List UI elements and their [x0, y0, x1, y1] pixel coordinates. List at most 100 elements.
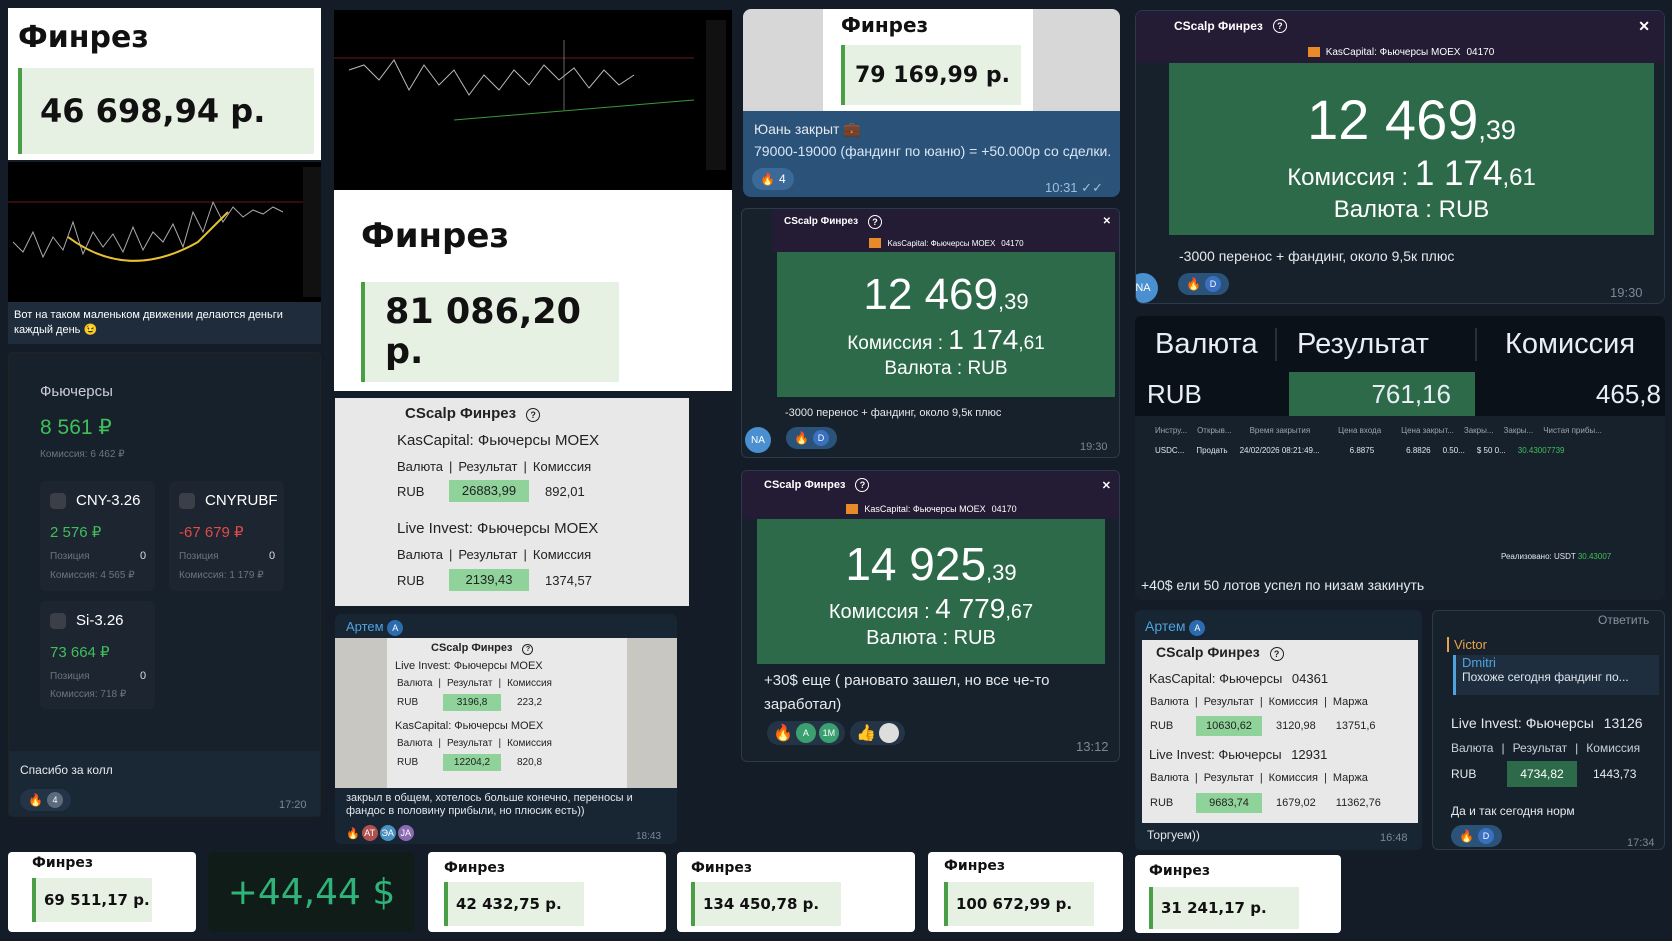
- fire-reaction[interactable]: 🔥 4: [752, 168, 794, 190]
- result-panel: 12 469,39 Комиссия : 1 174,61 Валюта : R…: [777, 252, 1115, 397]
- card-title: CScalp Финрез?: [405, 405, 541, 422]
- finrez-title: Финрез: [32, 855, 94, 871]
- futures-commission: Комиссия: 6 462 ₽: [40, 449, 125, 460]
- col-commission: Комиссия: [1475, 327, 1665, 361]
- fire-reaction[interactable]: 🔥 D: [1178, 273, 1229, 295]
- finrez-title: Финрез: [691, 860, 753, 876]
- result-frac: ,39: [986, 560, 1017, 585]
- chart-screenshot-2: [334, 10, 732, 190]
- future-card-cny[interactable]: CNY-3.26 2 576 ₽ Позиция 0 Комиссия: 4 5…: [40, 481, 155, 591]
- window-header: CScalp Финрез? ✕: [772, 209, 1119, 234]
- fire-icon: 🔥: [346, 827, 360, 840]
- realized-line: Реализовано: USDT 30.43007: [1501, 552, 1611, 561]
- sender-badge: A: [387, 620, 404, 636]
- section-2: Live Invest: Фьючерсы MOEX: [397, 520, 599, 537]
- card-title: CScalp Финрез?: [1156, 644, 1284, 661]
- account-bar: KasCapital: Фьючерсы MOEX 04170: [772, 234, 1119, 252]
- cell: 10630,62: [1196, 716, 1262, 736]
- table-row: RUB 12204,2 820,8: [391, 754, 548, 771]
- msg-time: 13:12: [1076, 739, 1109, 754]
- msg-time: 19:30: [1080, 441, 1108, 453]
- cell-result: 3196,8: [443, 694, 501, 711]
- col: Инстру...: [1155, 426, 1188, 435]
- help-icon: ?: [526, 408, 541, 422]
- msg-time: 16:48: [1380, 832, 1408, 844]
- msg-time: 17:20: [279, 799, 307, 811]
- col: Открыв...: [1197, 426, 1232, 435]
- result-frac: ,39: [997, 289, 1029, 314]
- message-caption: закрыл в общем, хотелось больше конечно,…: [346, 792, 633, 817]
- future-pos: 0: [269, 550, 276, 562]
- artem-message: Артем A CScalp Финрез? Live Invest: Фьюч…: [335, 614, 677, 844]
- cell: Продать: [1196, 446, 1228, 455]
- victor-message: Ответить Victor Dmitri Похоже сегодня фа…: [1432, 610, 1665, 850]
- futures-caption: Спасибо за колл: [20, 763, 113, 777]
- table-header: Валюта | Результат | Комиссия: [1451, 741, 1641, 755]
- col-currency: Валюта: [397, 738, 433, 749]
- col-result: Результат: [1275, 327, 1475, 361]
- cell-commission: 465,8: [1595, 378, 1661, 409]
- avatar: NA: [1136, 273, 1158, 303]
- reactions[interactable]: 🔥 AT ЭА JA: [346, 825, 414, 841]
- quoted-block[interactable]: Dmitri Похоже сегодня фандинг по...: [1453, 655, 1659, 695]
- col-currency: Валюта: [397, 459, 443, 474]
- fire-reaction[interactable]: 🔥 D: [786, 427, 837, 449]
- future-card-cnyrubf[interactable]: CNYRUBF -67 679 ₽ Позиция 0 Комиссия: 1 …: [169, 481, 284, 591]
- table-row: RUB 4734,82 1443,73: [1451, 761, 1636, 787]
- cscalp-message-mid: CScalp Финрез? ✕ KasCapital: Фьючерсы MOE…: [741, 208, 1120, 458]
- future-name: CNY-3.26: [76, 492, 141, 509]
- sender-name: Артем A: [1145, 618, 1206, 636]
- trades-row[interactable]: USDC... Продать 24/02/2026 08:21:49... 6.88…: [1155, 446, 1565, 455]
- message-caption: +30$ еще ( рановато зашел, но все че-то …: [764, 672, 1050, 713]
- fire-reaction[interactable]: 🔥 4: [20, 789, 71, 811]
- reactor-chip: ЭА: [379, 825, 396, 841]
- account-name: KasCapital: Фьючерсы MOEX: [1325, 46, 1461, 58]
- col: Закры...: [1463, 426, 1494, 435]
- usd-profit-card: +44,44 $: [208, 852, 415, 932]
- table-row: RUB 9683,74 1679,02 11362,76: [1144, 793, 1387, 813]
- table-header: Валюта | Результат | Комиссия | Маржа: [1144, 772, 1374, 784]
- futures-title: Фьючерсы: [40, 383, 113, 400]
- reactions[interactable]: 🔥 A 1M: [767, 721, 845, 745]
- table-row: RUB 26883,99 892,01: [391, 480, 591, 502]
- account-bar: KasCapital: Фьючерсы MOEX 04170: [742, 499, 1119, 519]
- reactions-2[interactable]: 👍: [850, 721, 905, 745]
- cell: RUB: [1451, 767, 1477, 781]
- reaction-count: 4: [46, 792, 63, 808]
- fire-icon: 🔥: [1186, 277, 1201, 291]
- app-title: CScalp Финрез: [784, 216, 859, 227]
- finrez-card-b5: Финрез 31 241,17 р.: [1135, 855, 1341, 933]
- section-2: Live Invest: Фьючерсы 12931: [1149, 747, 1327, 762]
- close-icon[interactable]: ✕: [1102, 479, 1111, 492]
- help-icon: ?: [868, 214, 883, 229]
- sender: Артем: [346, 619, 384, 634]
- reactor-chip: 1M: [818, 723, 839, 743]
- close-icon[interactable]: ✕: [1638, 18, 1650, 35]
- chart-line-icon: [179, 493, 195, 509]
- message-line-1: Юань закрыт 💼: [754, 121, 861, 137]
- section-id: 13126: [1603, 715, 1643, 731]
- finrez-value: 31 241,17 р.: [1149, 887, 1299, 929]
- thumbs-up-icon: 👍: [856, 725, 876, 742]
- message-caption: +40$ ели 50 лотов успел по низам закинут…: [1141, 577, 1425, 593]
- futures-total: 8 561 ₽: [40, 416, 112, 439]
- col-result: Результат: [458, 459, 518, 474]
- section-title: Live Invest: Фьючерсы: [1451, 715, 1594, 731]
- fire-icon: 🔥: [1459, 829, 1474, 843]
- finrez-value: 100 672,99 р.: [944, 882, 1094, 926]
- cell: 13751,6: [1335, 720, 1376, 732]
- section-1: KasCapital: Фьючерсы MOEX: [397, 432, 600, 449]
- currency-line: Валюта : RUB: [1169, 196, 1654, 224]
- result-int: 14 925: [845, 538, 987, 590]
- cell-currency: RUB: [1147, 378, 1202, 409]
- finrez-amount: 46 698,94 р.: [40, 92, 266, 130]
- finrez-amount: 100 672,99 р.: [956, 895, 1073, 913]
- finrez-card-b2: Финрез 42 432,75 р.: [428, 852, 666, 932]
- price-chart-image: [334, 20, 726, 170]
- close-icon[interactable]: ✕: [1103, 216, 1111, 227]
- cscalp-message-top: CScalp Финрез? ✕ KasCapital: Фьючерсы MOE…: [1135, 10, 1665, 304]
- col-commission: Комиссия: [507, 678, 552, 689]
- future-card-si[interactable]: Si-3.26 73 664 ₽ Позиция 0 Комиссия: 718…: [40, 601, 155, 709]
- reply-link[interactable]: Ответить: [1598, 613, 1649, 627]
- fire-reaction[interactable]: 🔥 D: [1451, 825, 1502, 847]
